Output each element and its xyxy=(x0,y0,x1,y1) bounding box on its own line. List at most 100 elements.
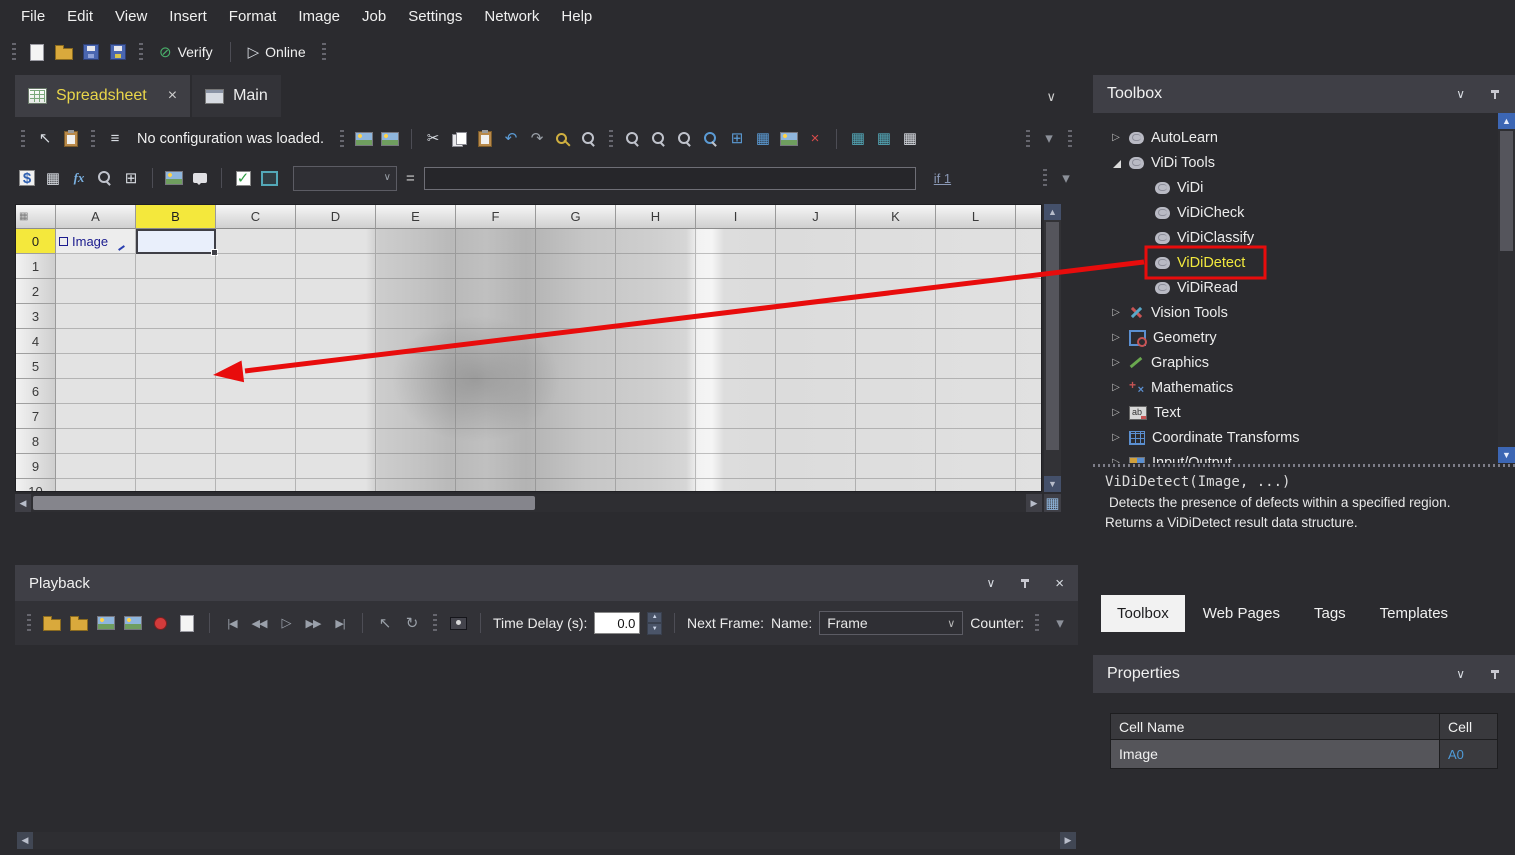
pin-icon[interactable] xyxy=(1019,576,1031,590)
image-import-icon[interactable] xyxy=(355,132,373,146)
time-delay-input[interactable] xyxy=(594,612,640,634)
cell-c2[interactable] xyxy=(216,279,296,304)
cell-c1[interactable] xyxy=(216,254,296,279)
new-job-icon[interactable] xyxy=(30,44,44,61)
expander-icon[interactable]: ▷ xyxy=(1110,332,1122,344)
spinner-down-icon[interactable]: ▼ xyxy=(647,623,662,635)
copy-icon[interactable] xyxy=(452,132,467,146)
cell-e4[interactable] xyxy=(376,329,456,354)
cell-d1[interactable] xyxy=(296,254,376,279)
cell-b7[interactable] xyxy=(136,404,216,429)
row-header-5[interactable]: 5 xyxy=(16,354,56,379)
cell-i6[interactable] xyxy=(696,379,776,404)
play-icon[interactable]: ▷ xyxy=(276,613,296,633)
cell-g9[interactable] xyxy=(536,454,616,479)
cell-d2[interactable] xyxy=(296,279,376,304)
toolbox-item-vidicheck[interactable]: ViDiCheck xyxy=(1093,200,1515,225)
cell-a9[interactable] xyxy=(56,454,136,479)
cell-h7[interactable] xyxy=(616,404,696,429)
image-cell-icon[interactable] xyxy=(165,171,183,185)
toolbar-grip[interactable] xyxy=(1043,169,1047,187)
cell-i10[interactable] xyxy=(696,479,776,492)
toolbar-grip[interactable] xyxy=(433,614,437,632)
scroll-down-icon[interactable]: ▼ xyxy=(1044,476,1061,492)
cell-b6[interactable] xyxy=(136,379,216,404)
tile-windows-icon[interactable]: ⊞ xyxy=(727,129,747,149)
row-header-10[interactable]: 10 xyxy=(16,479,56,492)
column-header-e[interactable]: E xyxy=(376,205,456,229)
menu-item-insert[interactable]: Insert xyxy=(158,0,218,33)
menu-item-settings[interactable]: Settings xyxy=(397,0,473,33)
insert-column-icon[interactable]: ▦ xyxy=(848,129,868,149)
spinner-up-icon[interactable]: ▲ xyxy=(647,612,662,624)
insert-row-icon[interactable]: ▦ xyxy=(874,129,894,149)
toolbox-item-mathematics[interactable]: ▷Mathematics xyxy=(1093,375,1515,400)
toolbar-overflow-icon[interactable]: ▾ xyxy=(1050,613,1070,633)
cell-f0[interactable] xyxy=(456,229,536,254)
cell-l8[interactable] xyxy=(936,429,1016,454)
panel-menu-chevron-icon[interactable]: ∨ xyxy=(986,577,995,589)
toolbar-grip[interactable] xyxy=(12,43,16,61)
cell-g0[interactable] xyxy=(536,229,616,254)
select-pointer-icon[interactable]: ↖ xyxy=(35,129,55,149)
column-header-h[interactable]: H xyxy=(616,205,696,229)
toolbox-item-input-output[interactable]: ▷Input/Output xyxy=(1093,450,1515,463)
cell-a4[interactable] xyxy=(56,329,136,354)
select-frame-icon[interactable]: ↖ xyxy=(375,613,395,633)
expander-icon[interactable]: ▷ xyxy=(1110,132,1122,144)
open-record-folder-icon[interactable] xyxy=(43,619,61,631)
toolbar-grip[interactable] xyxy=(340,130,344,148)
cell-g10[interactable] xyxy=(536,479,616,492)
cell-j4[interactable] xyxy=(776,329,856,354)
toolbox-item-vidi[interactable]: ViDi xyxy=(1093,175,1515,200)
cell-f3[interactable] xyxy=(456,304,536,329)
column-header-f[interactable]: F xyxy=(456,205,536,229)
cell-g3[interactable] xyxy=(536,304,616,329)
scroll-right-icon[interactable]: ▶ xyxy=(1026,494,1042,512)
cell-d4[interactable] xyxy=(296,329,376,354)
cell-b1[interactable] xyxy=(136,254,216,279)
cell-i3[interactable] xyxy=(696,304,776,329)
save-job-icon[interactable] xyxy=(83,44,99,60)
cell-i7[interactable] xyxy=(696,404,776,429)
panel-tab-web-pages[interactable]: Web Pages xyxy=(1187,595,1296,632)
if-indicator[interactable]: if 1 xyxy=(934,171,951,186)
tab-spreadsheet[interactable]: Spreadsheet× xyxy=(15,75,190,117)
spreadsheet-grid[interactable]: ▦ABCDEFGHIJKL 0Image12345678910 xyxy=(15,204,1042,492)
expander-icon[interactable]: ▷ xyxy=(1110,432,1122,444)
column-header-i[interactable]: I xyxy=(696,205,776,229)
playback-scrollbar[interactable]: ◀ ▶ xyxy=(17,832,1076,849)
cell-e6[interactable] xyxy=(376,379,456,404)
cell-l6[interactable] xyxy=(936,379,1016,404)
toolbox-item-coordinate-transforms[interactable]: ▷Coordinate Transforms xyxy=(1093,425,1515,450)
select-all-corner[interactable]: ▦ xyxy=(16,205,56,229)
cell-g5[interactable] xyxy=(536,354,616,379)
cell-f4[interactable] xyxy=(456,329,536,354)
cell-i9[interactable] xyxy=(696,454,776,479)
cell-j6[interactable] xyxy=(776,379,856,404)
property-row[interactable]: ImageA0 xyxy=(1110,740,1498,769)
scroll-down-icon[interactable]: ▼ xyxy=(1498,447,1515,463)
panel-tab-tags[interactable]: Tags xyxy=(1298,595,1362,632)
frame-name-select[interactable]: Frame ∨ xyxy=(819,611,963,635)
menu-item-help[interactable]: Help xyxy=(550,0,603,33)
cell-b2[interactable] xyxy=(136,279,216,304)
cell-g8[interactable] xyxy=(536,429,616,454)
cell-k8[interactable] xyxy=(856,429,936,454)
cell-c5[interactable] xyxy=(216,354,296,379)
toolbar-grip[interactable] xyxy=(322,43,326,61)
menu-item-view[interactable]: View xyxy=(104,0,158,33)
horizontal-scrollbar[interactable]: ◀ ▶ xyxy=(15,494,1042,512)
toolbox-item-vidiread[interactable]: ViDiRead xyxy=(1093,275,1515,300)
cell-j7[interactable] xyxy=(776,404,856,429)
cell-f1[interactable] xyxy=(456,254,536,279)
cell-a6[interactable] xyxy=(56,379,136,404)
row-header-9[interactable]: 9 xyxy=(16,454,56,479)
menu-item-job[interactable]: Job xyxy=(351,0,397,33)
cell-g7[interactable] xyxy=(536,404,616,429)
cell-k4[interactable] xyxy=(856,329,936,354)
tab-main[interactable]: Main xyxy=(192,75,281,117)
cell-c9[interactable] xyxy=(216,454,296,479)
toolbox-item-vision-tools[interactable]: ▷Vision Tools xyxy=(1093,300,1515,325)
record-filmstrip-icon[interactable] xyxy=(124,616,142,630)
